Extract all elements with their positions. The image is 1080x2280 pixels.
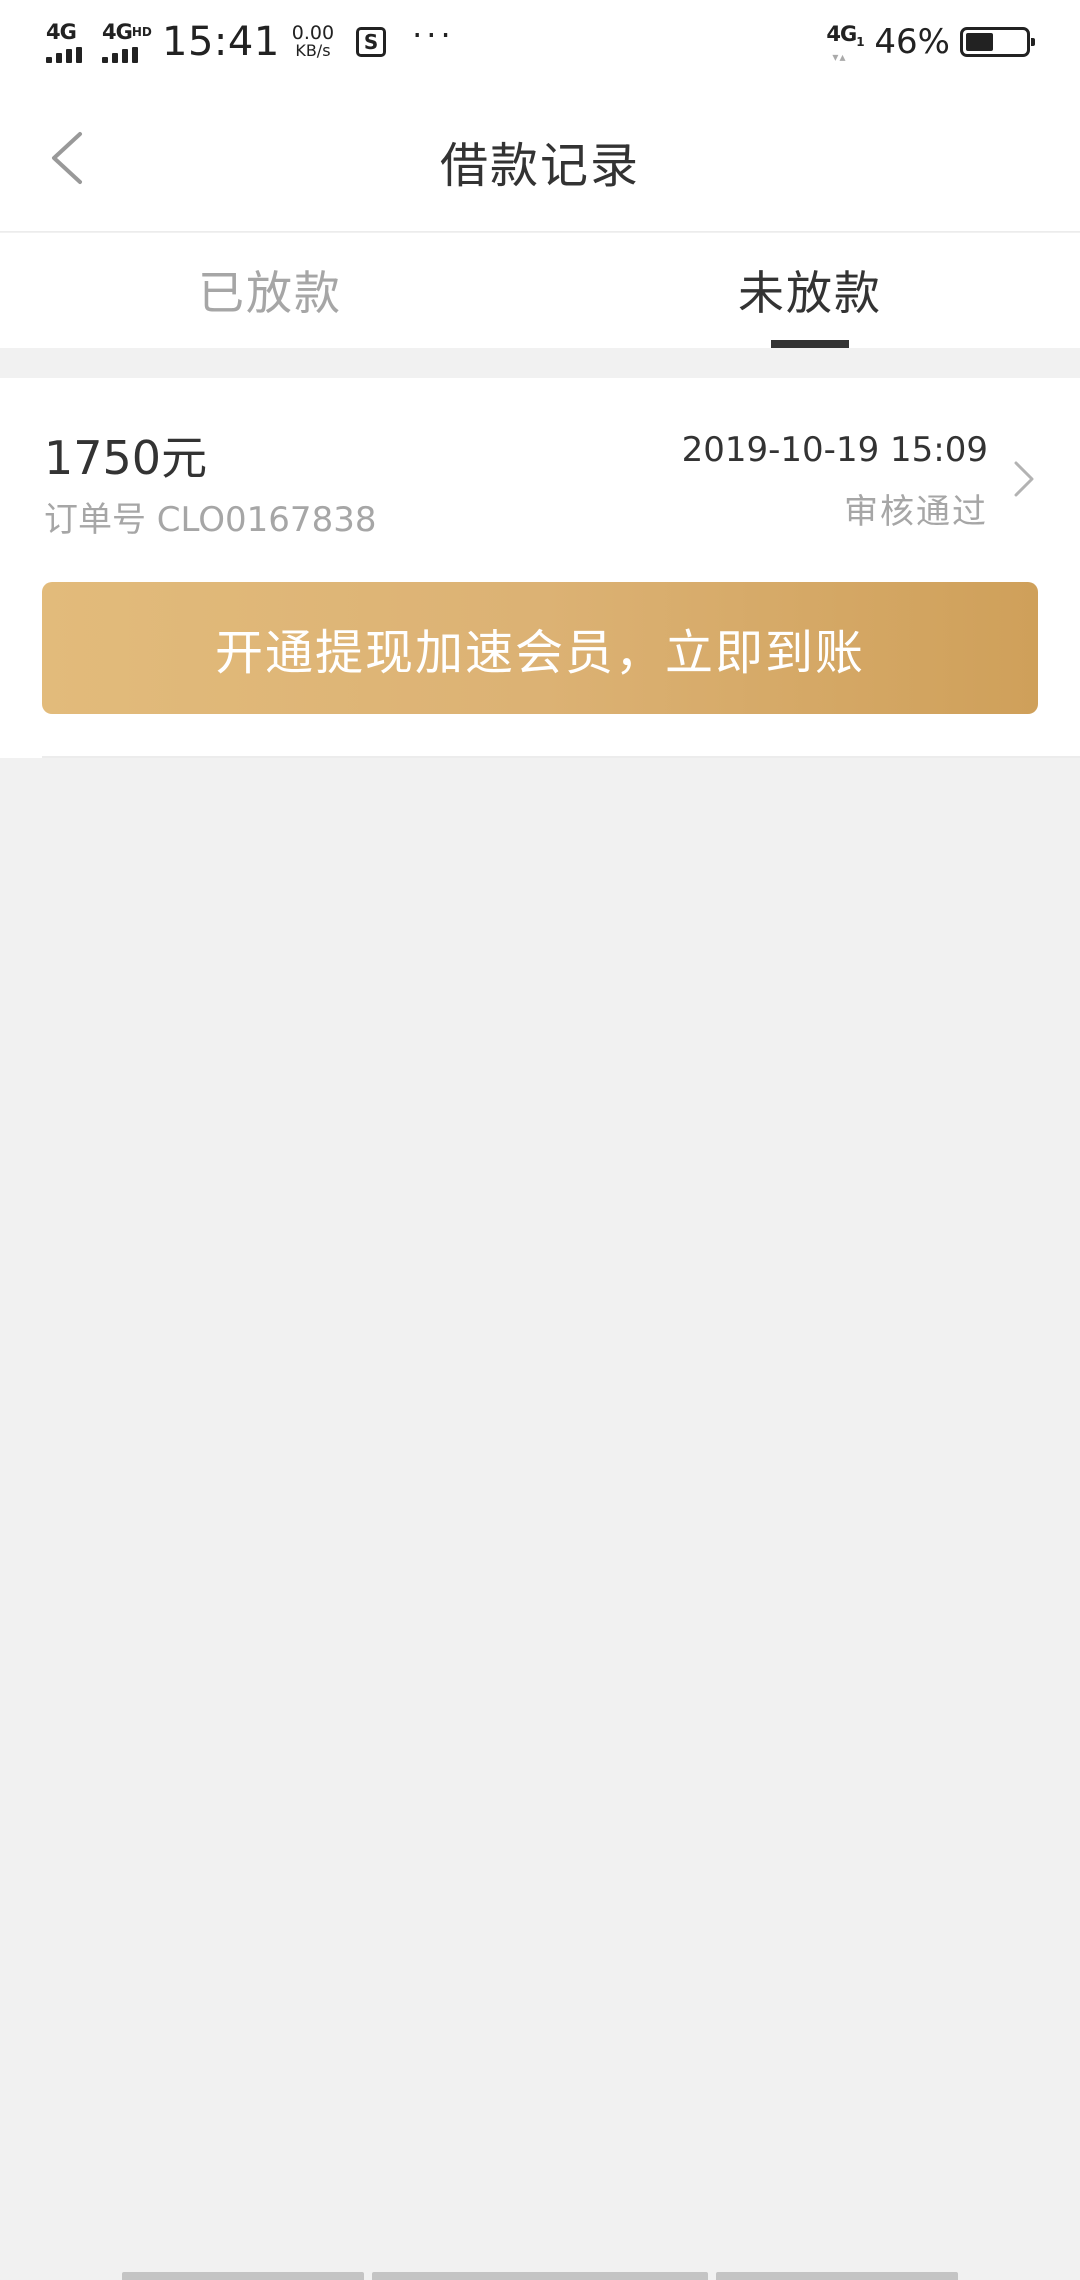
- tab-not-disbursed[interactable]: 未放款: [540, 233, 1080, 348]
- record-date: 2019-10-19 15:09: [681, 430, 988, 470]
- tab-active-indicator: [771, 340, 849, 348]
- clock: 15:41: [162, 19, 280, 65]
- loan-record-card[interactable]: 1750元 订单号 CLO0167838 2019-10-19 15:09 审核…: [0, 378, 1080, 758]
- nav-bar: 借款记录: [0, 84, 1080, 232]
- battery-icon: [960, 27, 1035, 57]
- data-arrows-icon: ▾▴: [832, 50, 847, 64]
- status-bar-right: 4G1 ▾▴ 46%: [826, 16, 1035, 68]
- record-status: 审核通过: [844, 492, 988, 532]
- bottom-indicator-bars: [0, 2270, 1080, 2280]
- app-root: 4G 4GHD 15:41 0.00 KB/s S ··· 4G1 ▾▴ 46%…: [0, 0, 1080, 2280]
- tab-bar: 已放款 未放款: [0, 233, 1080, 348]
- mobile-data-icon: 4G1 ▾▴: [826, 20, 864, 64]
- mobile-data-type: 4G: [826, 22, 857, 46]
- signal-bars: [46, 47, 82, 63]
- network-speed-value: 0.00: [291, 22, 335, 44]
- chevron-right-icon[interactable]: [1004, 454, 1044, 504]
- mobile-data-label: 4G1: [826, 22, 864, 50]
- network-type-2-label: 4G: [102, 20, 133, 44]
- mobile-data-sim: 1: [856, 35, 864, 50]
- network-speed-unit: KB/s: [295, 41, 331, 60]
- signal-2-icon: 4GHD: [100, 19, 152, 65]
- screenshot-icon: S: [356, 27, 387, 57]
- more-notifications-icon: ···: [412, 16, 455, 54]
- tab-not-disbursed-label: 未放款: [738, 266, 882, 320]
- indicator-bar: [372, 2272, 708, 2280]
- network-type-2-hd: HD: [131, 25, 152, 39]
- network-speed: 0.00 KB/s: [292, 24, 334, 60]
- chevron-right-icon-svg: [1014, 461, 1034, 497]
- network-type-1: 4G: [46, 20, 77, 44]
- indicator-bar: [716, 2272, 958, 2280]
- screenshot-icon-letter: S: [363, 30, 379, 54]
- page-title: 借款记录: [439, 138, 640, 194]
- tab-disbursed-label: 已放款: [198, 266, 342, 320]
- signal-bars: [102, 47, 138, 63]
- signal-1-icon: 4G: [44, 19, 90, 65]
- indicator-bar: [122, 2272, 364, 2280]
- loan-amount: 1750元: [44, 431, 208, 485]
- card-divider: [42, 756, 1080, 758]
- status-bar-left: 4G 4GHD 15:41 0.00 KB/s S ···: [44, 16, 455, 68]
- order-number: 订单号 CLO0167838: [44, 500, 377, 540]
- network-type-2: 4GHD: [102, 21, 152, 43]
- activate-membership-button[interactable]: 开通提现加速会员，立即到账: [42, 582, 1038, 714]
- status-bar: 4G 4GHD 15:41 0.00 KB/s S ··· 4G1 ▾▴ 46%: [0, 0, 1080, 84]
- battery-percent: 46%: [874, 22, 950, 62]
- battery-fill: [966, 33, 993, 51]
- tab-disbursed[interactable]: 已放款: [0, 233, 540, 348]
